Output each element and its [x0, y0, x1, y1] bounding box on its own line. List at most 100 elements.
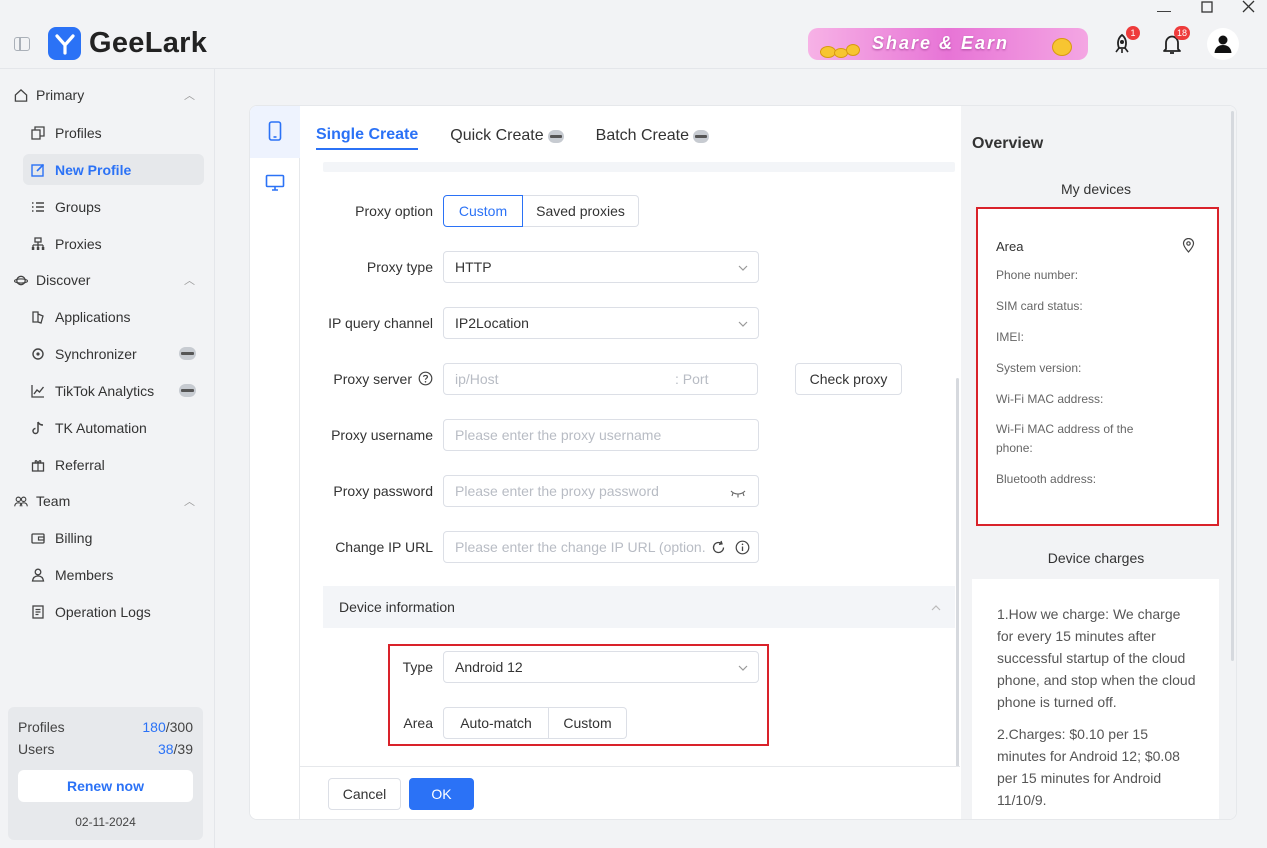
team-icon	[14, 494, 28, 508]
proxy-option-saved[interactable]: Saved proxies	[523, 195, 639, 227]
minimize-button[interactable]: —	[1157, 2, 1171, 20]
my-devices-title: My devices	[1060, 181, 1132, 197]
rocket-icon[interactable]: 1	[1108, 26, 1140, 58]
proxies-icon	[31, 236, 45, 251]
device-information-title: Device information	[339, 599, 455, 615]
sidebar-item-operation-logs[interactable]: Operation Logs	[23, 596, 204, 627]
cancel-button[interactable]: Cancel	[328, 778, 401, 810]
beta-glasses-icon	[179, 384, 196, 397]
monitor-icon	[265, 174, 285, 195]
users-quota: Users 38/39	[18, 741, 193, 757]
proxy-type-value: HTTP	[455, 259, 492, 275]
chevron-down-icon	[738, 316, 748, 327]
section-divider	[323, 162, 955, 172]
sidebar-item-label: Referral	[55, 456, 105, 473]
tab-quick-create[interactable]: Quick Create	[450, 126, 564, 150]
profiles-quota-label: Profiles	[18, 719, 65, 735]
sidebar-item-label: Groups	[55, 198, 101, 215]
eye-closed-icon[interactable]	[730, 486, 746, 502]
proxy-password-input[interactable]: Please enter the proxy password	[443, 475, 759, 507]
nav-group-team[interactable]: Team ︿	[14, 493, 195, 509]
sidebar-item-members[interactable]: Members	[23, 559, 204, 590]
home-icon	[14, 88, 28, 102]
proxy-username-placeholder: Please enter the proxy username	[455, 427, 662, 443]
rocket-badge: 1	[1126, 26, 1140, 40]
sidebar-toggle-icon[interactable]	[14, 37, 30, 51]
users-used: 38	[157, 741, 174, 757]
beta-glasses-icon	[693, 129, 710, 143]
proxy-server-input[interactable]: ip/Host : Port	[443, 363, 758, 395]
create-mode-tabs: Single Create Quick Create Batch Create	[316, 126, 710, 150]
overview-title: Overview	[972, 135, 1044, 152]
nav-group-primary[interactable]: Primary ︿	[14, 87, 195, 103]
ip-query-select[interactable]: IP2Location	[443, 307, 759, 339]
proxy-option-custom[interactable]: Custom	[443, 195, 523, 227]
info-icon[interactable]	[735, 540, 750, 558]
share-earn-banner[interactable]: Share & Earn	[808, 28, 1088, 60]
user-avatar-icon[interactable]	[1207, 28, 1239, 60]
phone-device-button[interactable]	[250, 106, 300, 158]
sidebar-item-tk-automation[interactable]: TK Automation	[23, 412, 204, 443]
sidebar-item-label: Proxies	[55, 235, 102, 252]
sidebar-item-groups[interactable]: Groups	[23, 191, 204, 222]
device-charges-title: Device charges	[1047, 550, 1145, 566]
proxy-password-placeholder: Please enter the proxy password	[455, 483, 659, 499]
sidebar-item-label: New Profile	[55, 161, 132, 178]
log-icon	[31, 604, 45, 619]
tab-batch-create[interactable]: Batch Create	[596, 126, 710, 150]
tab-label: Single Create	[316, 126, 419, 143]
sidebar-item-proxies[interactable]: Proxies	[23, 228, 204, 259]
quota-panel: Profiles 180/300 Users 38/39 Renew now 0…	[8, 707, 203, 840]
sidebar: Primary ︿ Profiles New Profile Groups Pr…	[0, 69, 215, 848]
tab-single-create[interactable]: Single Create	[316, 126, 419, 150]
users-total: /39	[173, 741, 193, 757]
profiles-used: 180	[142, 719, 166, 735]
check-proxy-button[interactable]: Check proxy	[795, 363, 902, 395]
expiry-date: 02-11-2024	[75, 815, 136, 829]
sidebar-item-tiktok-analytics[interactable]: TikTok Analytics	[23, 375, 204, 406]
edit-icon	[31, 163, 45, 177]
app-logo: GeeLark	[48, 27, 207, 60]
geelark-logo-icon	[48, 27, 81, 60]
refresh-icon[interactable]	[711, 540, 726, 558]
renew-now-button[interactable]: Renew now	[18, 770, 193, 802]
sidebar-item-new-profile[interactable]: New Profile	[23, 154, 204, 185]
proxy-type-label: Proxy type	[366, 259, 433, 275]
nav-group-discover[interactable]: Discover ︿	[14, 272, 195, 288]
sidebar-item-referral[interactable]: Referral	[23, 449, 204, 480]
app-name: GeeLark	[89, 27, 208, 59]
area-custom[interactable]: Custom	[549, 707, 627, 739]
create-profile-card: Single Create Quick Create Batch Create …	[249, 105, 1237, 820]
ip-query-value: IP2Location	[455, 315, 529, 331]
members-icon	[31, 568, 45, 582]
tiktok-icon	[31, 421, 45, 435]
maximize-button[interactable]	[1201, 0, 1213, 18]
proxy-type-select[interactable]: HTTP	[443, 251, 759, 283]
sidebar-item-synchronizer[interactable]: Synchronizer	[23, 338, 204, 369]
sidebar-item-label: Billing	[55, 529, 93, 546]
overview-panel: Overview My devices Area Phone number: S…	[961, 106, 1236, 819]
bell-icon[interactable]: 18	[1158, 26, 1191, 58]
proxy-username-input[interactable]: Please enter the proxy username	[443, 419, 759, 451]
sidebar-item-billing[interactable]: Billing	[23, 522, 204, 553]
close-window-button[interactable]	[1242, 0, 1255, 18]
sidebar-item-applications[interactable]: Applications	[23, 301, 204, 332]
proxy-server-label: Proxy server	[333, 371, 412, 387]
bell-badge: 18	[1174, 26, 1191, 40]
change-ip-input[interactable]: Please enter the change IP URL (option..…	[443, 531, 759, 563]
sidebar-item-label: Operation Logs	[55, 603, 151, 620]
nav-group-label: Team	[36, 493, 71, 509]
help-icon[interactable]	[418, 371, 433, 389]
device-type-select[interactable]: Android 12	[443, 651, 759, 683]
overview-scrollbar[interactable]	[1231, 111, 1234, 661]
wallet-icon	[31, 531, 45, 545]
device-information-header[interactable]: Device information	[323, 586, 955, 628]
profiles-icon	[31, 125, 45, 140]
chevron-up-icon	[931, 600, 941, 611]
area-auto-match[interactable]: Auto-match	[443, 707, 549, 739]
form-scrollbar[interactable]	[956, 378, 959, 768]
sidebar-item-profiles[interactable]: Profiles	[23, 117, 204, 148]
form-footer: Cancel OK	[300, 766, 960, 819]
ok-button[interactable]: OK	[409, 778, 474, 810]
proxy-password-label: Proxy password	[333, 483, 433, 499]
